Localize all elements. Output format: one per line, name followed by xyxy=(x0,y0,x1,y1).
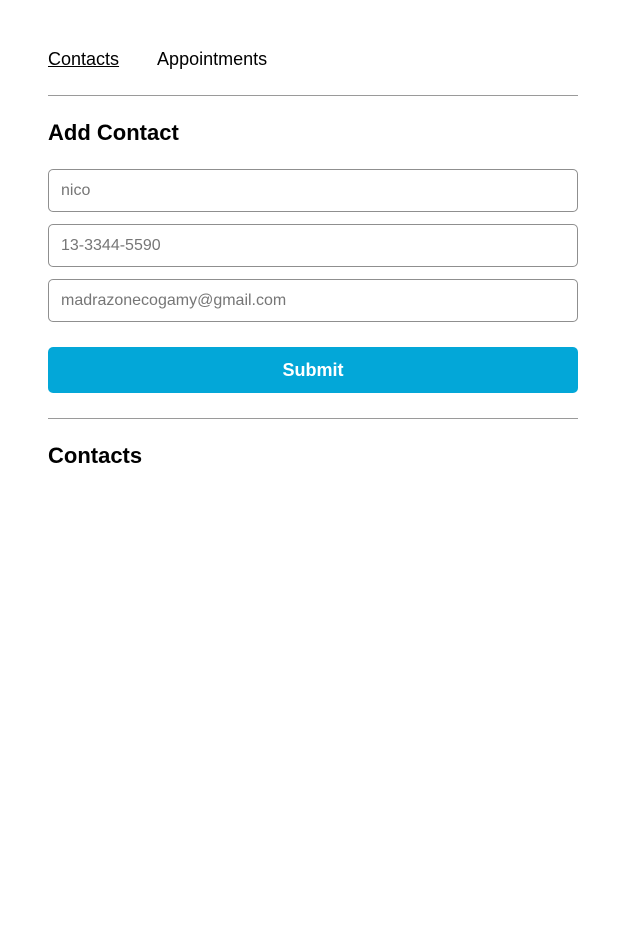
email-input[interactable] xyxy=(48,279,578,322)
contacts-list-title: Contacts xyxy=(48,443,143,468)
nav-link-contacts[interactable]: Contacts xyxy=(48,47,119,71)
add-contact-title: Add Contact xyxy=(48,120,179,145)
nav-link-appointments[interactable]: Appointments xyxy=(157,47,267,71)
submit-button[interactable]: Submit xyxy=(48,347,578,393)
main-nav: Contacts Appointments xyxy=(48,47,267,71)
phone-input[interactable] xyxy=(48,224,578,267)
page: Contacts Appointments Add Contact Submit… xyxy=(0,0,625,931)
name-input[interactable] xyxy=(48,169,578,212)
top-divider xyxy=(48,95,578,96)
section-divider xyxy=(48,418,578,419)
